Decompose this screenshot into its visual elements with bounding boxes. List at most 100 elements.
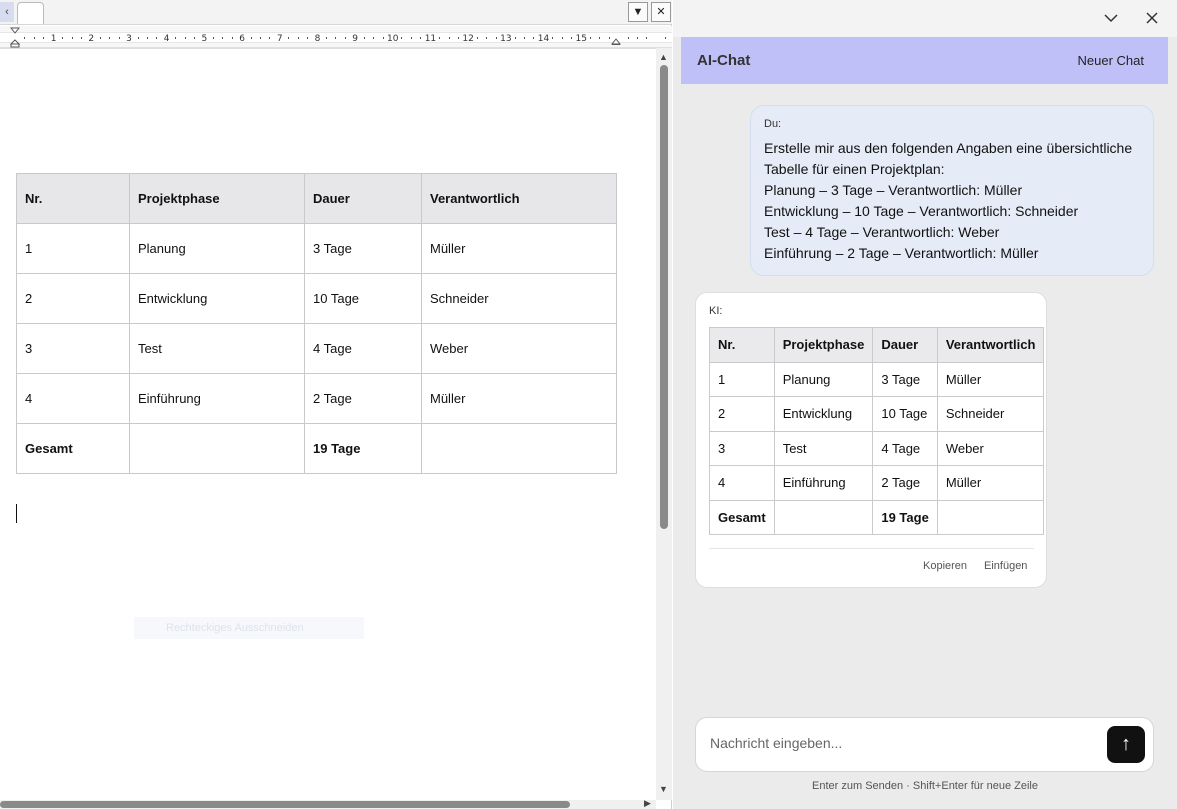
- table-cell: 4 Tage: [872, 430, 938, 466]
- ruler-tick: [250, 37, 252, 39]
- table-cell: 3 Tage: [872, 361, 938, 397]
- header-cell[interactable]: Nr.: [16, 173, 130, 224]
- table-cell: Gesamt: [709, 499, 775, 535]
- table-cell[interactable]: 1: [16, 223, 130, 274]
- table-cell[interactable]: Test: [129, 323, 305, 374]
- ruler-tick: [646, 37, 648, 39]
- table-cell[interactable]: 19 Tage: [304, 423, 422, 474]
- table-total-row: Gesamt 19 Tage: [16, 423, 617, 474]
- message-input[interactable]: [710, 735, 1090, 751]
- header-cell: Dauer: [872, 327, 938, 363]
- table-cell[interactable]: 2: [16, 273, 130, 324]
- message-line: Einführung – 2 Tage – Verantwortlich: Mü…: [764, 245, 1039, 261]
- table-cell[interactable]: Schneider: [421, 273, 617, 324]
- message-sender: Du:: [764, 118, 782, 130]
- right-indent-marker-icon[interactable]: [611, 35, 621, 45]
- chat-title: AI-Chat: [697, 52, 751, 69]
- table-cell[interactable]: 3: [16, 323, 130, 374]
- scroll-right-icon[interactable]: ▶: [644, 798, 651, 809]
- ruler-number: 10: [387, 34, 399, 44]
- tab-dropdown-icon[interactable]: ▼: [628, 2, 648, 22]
- header-cell[interactable]: Verantwortlich: [421, 173, 617, 224]
- ruler-tick: [307, 37, 309, 39]
- new-chat-button[interactable]: Neuer Chat: [1078, 53, 1144, 68]
- document-table[interactable]: Nr. Projektphase Dauer Verantwortlich 1 …: [16, 173, 617, 474]
- ruler-tick: [260, 37, 262, 39]
- table-cell[interactable]: Planung: [129, 223, 305, 274]
- ruler-number: 2: [88, 34, 95, 44]
- ruler-number: 5: [201, 34, 208, 44]
- ruler-tick: [476, 37, 478, 39]
- ruler-tick: [373, 37, 375, 39]
- insert-button[interactable]: Einfügen: [984, 560, 1027, 572]
- header-cell: Nr.: [709, 327, 775, 363]
- table-cell[interactable]: Entwicklung: [129, 273, 305, 324]
- ruler-tick: [80, 37, 82, 39]
- message-line: Planung – 3 Tage – Verantwortlich: Mülle…: [764, 182, 1023, 198]
- table-cell[interactable]: Müller: [421, 223, 617, 274]
- ruler-tick: [62, 37, 64, 39]
- table-cell[interactable]: 4 Tage: [304, 323, 422, 374]
- ruler-number: 12: [462, 34, 474, 44]
- vertical-scroll-thumb[interactable]: [660, 65, 668, 529]
- message-line: Tabelle für einen Projektplan:: [764, 161, 945, 177]
- message-line: Erstelle mir aus den folgenden Angaben e…: [764, 140, 1133, 156]
- scroll-up-icon[interactable]: ▲: [659, 52, 668, 62]
- table-cell[interactable]: Müller: [421, 373, 617, 424]
- send-button[interactable]: ↑: [1107, 726, 1145, 763]
- header-cell[interactable]: Dauer: [304, 173, 422, 224]
- table-cell[interactable]: Gesamt: [16, 423, 130, 474]
- table-cell[interactable]: 2 Tage: [304, 373, 422, 424]
- ruler-tick: [344, 37, 346, 39]
- ruler-tick: [410, 37, 412, 39]
- user-message-bubble: Du: Erstelle mir aus den folgenden Angab…: [750, 105, 1154, 276]
- ruler-tick: [33, 37, 35, 39]
- message-line: Test – 4 Tage – Verantwortlich: Weber: [764, 224, 1000, 240]
- ruler-tick: [109, 37, 111, 39]
- panel-topbar: [673, 0, 1177, 37]
- copy-button[interactable]: Kopieren: [923, 560, 967, 572]
- tab-bar: ‹ ▼ ✕: [0, 0, 672, 25]
- ruler-number: 9: [352, 34, 359, 44]
- table-cell: Schneider: [936, 396, 1045, 432]
- ruler-number: 4: [163, 34, 170, 44]
- ruler-tick: [627, 37, 629, 39]
- ruler-tick: [222, 37, 224, 39]
- close-icon[interactable]: [1142, 8, 1162, 28]
- ruler-tick: [401, 37, 403, 39]
- message-input-box: ↑: [695, 717, 1154, 772]
- indent-marker-icon[interactable]: [10, 26, 20, 48]
- horizontal-scrollbar[interactable]: ▶: [0, 798, 656, 809]
- table-cell: Einführung: [773, 465, 874, 501]
- table-header-row: Nr. Projektphase Dauer Verantwortlich: [16, 173, 617, 224]
- ruler-tick: [571, 37, 573, 39]
- close-tab-icon[interactable]: ✕: [651, 2, 671, 22]
- table-cell: Müller: [936, 361, 1045, 397]
- ruler-tick: [533, 37, 535, 39]
- ruler-tick: [137, 37, 139, 39]
- table-cell[interactable]: 4: [16, 373, 130, 424]
- chevron-down-icon[interactable]: [1101, 8, 1121, 28]
- tab-scroll-left-icon[interactable]: ‹: [0, 2, 14, 22]
- table-cell[interactable]: 3 Tage: [304, 223, 422, 274]
- ruler-tick: [71, 37, 73, 39]
- table-cell: 1: [709, 361, 775, 397]
- header-cell[interactable]: Projektphase: [129, 173, 305, 224]
- table-cell: 3: [709, 430, 775, 466]
- ruler-tick: [269, 37, 271, 39]
- ruler-band: 1 2 3 4 5 6 7 8 9 10 11 12 13 14 15: [0, 32, 672, 44]
- table-cell[interactable]: Einführung: [129, 373, 305, 424]
- table-cell[interactable]: 10 Tage: [304, 273, 422, 324]
- text-cursor: [16, 504, 17, 523]
- document-tab[interactable]: [17, 2, 44, 24]
- document-page[interactable]: Nr. Projektphase Dauer Verantwortlich 1 …: [0, 48, 656, 800]
- table-cell[interactable]: Weber: [421, 323, 617, 374]
- horizontal-scroll-thumb[interactable]: [0, 801, 570, 808]
- ruler-tick: [184, 37, 186, 39]
- scroll-down-icon[interactable]: ▼: [659, 784, 668, 794]
- vertical-scrollbar[interactable]: ▲ ▼: [656, 48, 672, 800]
- table-cell: 19 Tage: [872, 499, 938, 535]
- table-cell[interactable]: [129, 423, 305, 474]
- table-cell[interactable]: [421, 423, 617, 474]
- horizontal-ruler[interactable]: 1 2 3 4 5 6 7 8 9 10 11 12 13 14 15: [0, 26, 672, 48]
